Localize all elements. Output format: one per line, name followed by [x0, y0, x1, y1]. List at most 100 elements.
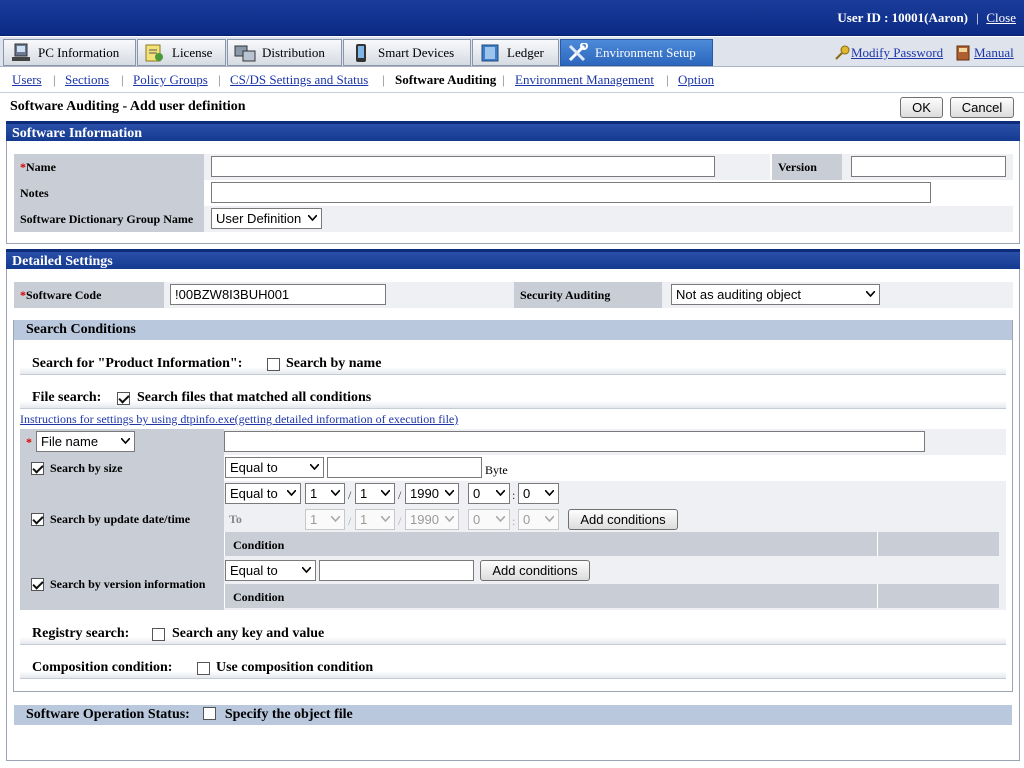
tab-license[interactable]: License [137, 39, 226, 66]
search-by-name-label: Search by name [286, 356, 382, 371]
tab-environment-setup[interactable]: Environment Setup [560, 39, 713, 66]
tab-label: Smart Devices [378, 44, 455, 60]
cancel-button[interactable]: Cancel [950, 97, 1014, 118]
security-auditing-select[interactable]: Not as auditing object [671, 284, 880, 305]
version-value-input[interactable] [319, 560, 474, 581]
search-by-version-checkbox[interactable] [31, 577, 44, 591]
date-operator-select[interactable]: Equal to [225, 483, 301, 504]
file-search-label: File search: [32, 390, 102, 405]
chevron-down-icon [331, 516, 340, 522]
version-input[interactable] [851, 156, 1006, 177]
product-info-group: Search for "Product Information": Search… [20, 355, 1006, 375]
notes-input[interactable] [211, 182, 931, 203]
version-operator-select[interactable]: Equal to [225, 560, 316, 581]
chevron-down-icon [545, 490, 554, 496]
tab-label: PC Information [38, 44, 120, 60]
tab-smart-devices[interactable]: Smart Devices [343, 39, 471, 66]
registry-search-label: Registry search: [32, 626, 130, 641]
tab-distribution[interactable]: Distribution [227, 39, 342, 66]
key-icon [834, 45, 850, 65]
subnav-users[interactable]: Users [12, 72, 42, 88]
tab-label: Ledger [507, 44, 544, 60]
dict-group-select[interactable]: User Definition [211, 208, 322, 229]
version-condition-header: Condition [224, 584, 877, 608]
chevron-down-icon [445, 490, 454, 496]
search-by-size-checkbox[interactable] [31, 461, 44, 475]
main-tab-bar: PC Information License Distribution Smar… [0, 37, 1024, 67]
to-year-select[interactable]: 1990 [405, 509, 459, 530]
chevron-down-icon [381, 490, 390, 496]
chevron-down-icon [121, 438, 130, 444]
close-link[interactable]: Close [986, 10, 1016, 26]
user-id-text: User ID : 10001(Aaron) [837, 10, 968, 25]
operation-status-label: Software Operation Status: [26, 707, 190, 722]
pc-icon [10, 43, 32, 63]
to-month-select[interactable]: 1 [305, 509, 345, 530]
tab-pc-information[interactable]: PC Information [3, 39, 136, 66]
add-date-conditions-button[interactable]: Add conditions [568, 509, 678, 530]
chevron-down-icon [545, 516, 554, 522]
instructions-link[interactable]: Instructions for settings by using dtpin… [20, 412, 458, 427]
top-bar: User ID : 10001(Aaron) | Close [0, 0, 1024, 36]
composition-condition-check-label: Use composition condition [216, 660, 374, 675]
specify-object-file-checkbox[interactable] [203, 707, 217, 720]
specify-object-file-label: Specify the object file [224, 707, 353, 722]
size-unit-label: Byte [485, 463, 508, 477]
file-search-checkbox[interactable] [117, 392, 130, 405]
security-auditing-label: Security Auditing [514, 282, 662, 308]
version-condition-header-blank [877, 584, 999, 608]
subnav-policy-groups[interactable]: Policy Groups [133, 72, 208, 88]
search-by-name-checkbox[interactable] [267, 358, 280, 371]
name-label: * Name [14, 154, 204, 180]
from-year-select[interactable]: 1990 [405, 483, 459, 504]
registry-search-check-label: Search any key and value [172, 626, 325, 641]
tab-label: License [172, 44, 213, 60]
from-hour-select[interactable]: 0 [468, 483, 510, 504]
file-search-check-label: Search files that matched all conditions [137, 390, 372, 405]
from-day-select[interactable]: 1 [355, 483, 395, 504]
manual-link[interactable]: Manual [974, 45, 1014, 61]
add-version-conditions-button[interactable]: Add conditions [480, 560, 590, 581]
to-label: To [229, 512, 242, 526]
subnav-option[interactable]: Option [678, 72, 714, 88]
software-code-input[interactable]: !00BZW8I3BUH001 [170, 284, 386, 305]
date-condition-header-blank [877, 532, 999, 556]
file-type-select[interactable]: File name [36, 431, 135, 452]
size-operator-select[interactable]: Equal to [225, 457, 324, 478]
dict-group-label: Software Dictionary Group Name [14, 206, 204, 232]
version-label: Version [772, 154, 842, 180]
search-by-size-label: Search by size [20, 455, 224, 481]
ledger-icon [479, 43, 501, 63]
file-name-input[interactable] [224, 431, 925, 452]
software-info-header: Software Information [6, 121, 1020, 141]
subnav-cs-ds-settings[interactable]: CS/DS Settings and Status [230, 72, 368, 88]
registry-search-checkbox[interactable] [152, 628, 165, 641]
ok-button[interactable]: OK [900, 97, 943, 118]
to-hour-select[interactable]: 0 [468, 509, 510, 530]
chevron-down-icon [287, 490, 296, 496]
distribution-icon [234, 43, 256, 63]
to-day-select[interactable]: 1 [355, 509, 395, 530]
product-info-label: Search for "Product Information": [32, 356, 243, 371]
from-minute-select[interactable]: 0 [518, 483, 559, 504]
smart-device-icon [350, 43, 372, 63]
size-input[interactable] [327, 457, 482, 478]
file-search-group: File search: Search files that matched a… [20, 389, 1006, 409]
subnav-environment-management[interactable]: Environment Management [515, 72, 654, 88]
tab-label: Environment Setup [595, 44, 696, 60]
tab-ledger[interactable]: Ledger [472, 39, 559, 66]
subnav-sections[interactable]: Sections [65, 72, 109, 88]
modify-password-link[interactable]: Modify Password [851, 45, 943, 61]
chevron-down-icon [331, 490, 340, 496]
operation-status-bar: Software Operation Status: Specify the o… [14, 705, 1012, 725]
name-input[interactable] [211, 156, 715, 177]
composition-condition-checkbox[interactable] [197, 662, 210, 675]
sub-navigation: Users | Sections | Policy Groups | CS/DS… [0, 68, 1024, 93]
subnav-software-auditing[interactable]: Software Auditing [395, 72, 496, 88]
search-by-date-checkbox[interactable] [31, 513, 44, 526]
composition-condition-group: Composition condition: Use composition c… [20, 659, 1006, 679]
search-by-date-label: Search by update date/time [20, 481, 224, 558]
from-month-select[interactable]: 1 [305, 483, 345, 504]
to-minute-select[interactable]: 0 [518, 509, 559, 530]
page-title: Software Auditing - Add user definition [10, 99, 246, 114]
